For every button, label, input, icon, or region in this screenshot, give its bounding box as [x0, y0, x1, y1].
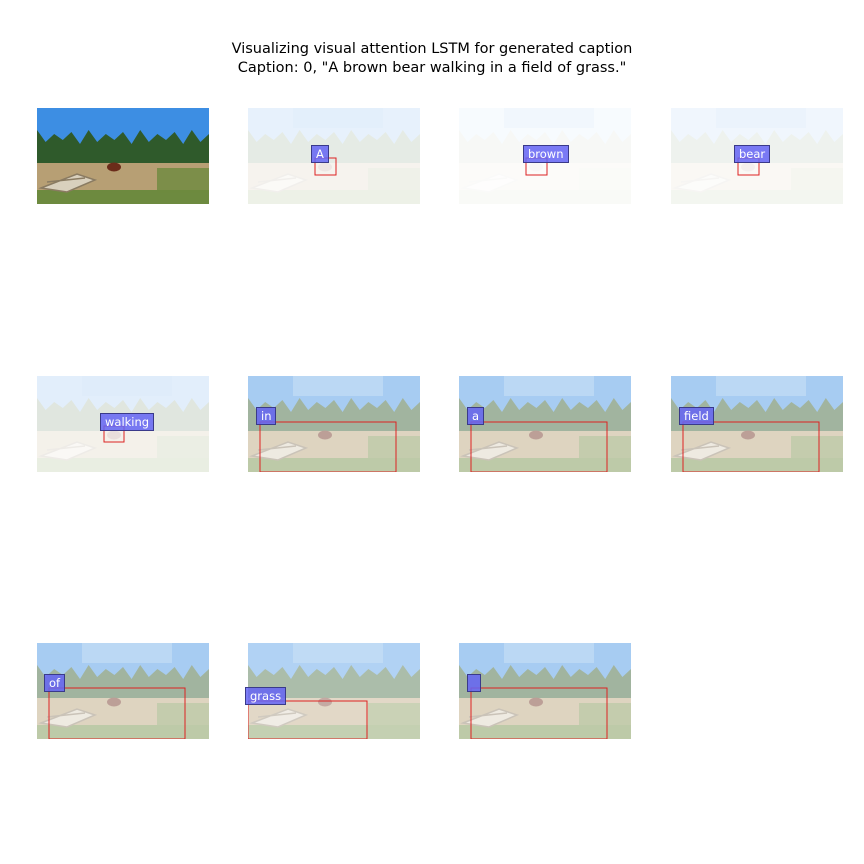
scene-image	[459, 643, 631, 739]
word-label: in	[256, 407, 277, 425]
bear	[107, 162, 121, 172]
attention-tint-block	[82, 643, 172, 663]
scene-image	[248, 108, 420, 204]
attention-tint-block	[504, 108, 594, 128]
scene-image	[459, 376, 631, 472]
attention-panel	[459, 376, 631, 472]
attention-panel	[459, 643, 631, 739]
attention-tint-block	[293, 643, 383, 663]
word-label: of	[44, 674, 66, 692]
attention-tint-block	[293, 108, 383, 128]
word-label: A	[311, 145, 329, 163]
scene-image	[37, 108, 209, 204]
word-label: field	[679, 407, 714, 425]
attention-tint-block	[716, 108, 806, 128]
attention-tint-block	[293, 376, 383, 396]
attention-panel	[248, 108, 420, 204]
attention-tint-block	[82, 376, 172, 396]
attention-tint-block	[504, 376, 594, 396]
original-image-panel	[37, 108, 209, 204]
word-label: grass	[245, 687, 287, 705]
figure-title: Visualizing visual attention LSTM for ge…	[231, 41, 633, 57]
word-label: a	[467, 407, 485, 425]
word-label: walking	[100, 413, 155, 431]
attention-tint-block	[504, 643, 594, 663]
grass-patch	[157, 168, 209, 193]
word-label: brown	[523, 145, 569, 163]
word-label	[467, 674, 481, 692]
attention-tint-block	[716, 376, 806, 396]
word-label: bear	[734, 145, 771, 163]
figure-subtitle: Caption: 0, "A brown bear walking in a f…	[237, 60, 627, 76]
